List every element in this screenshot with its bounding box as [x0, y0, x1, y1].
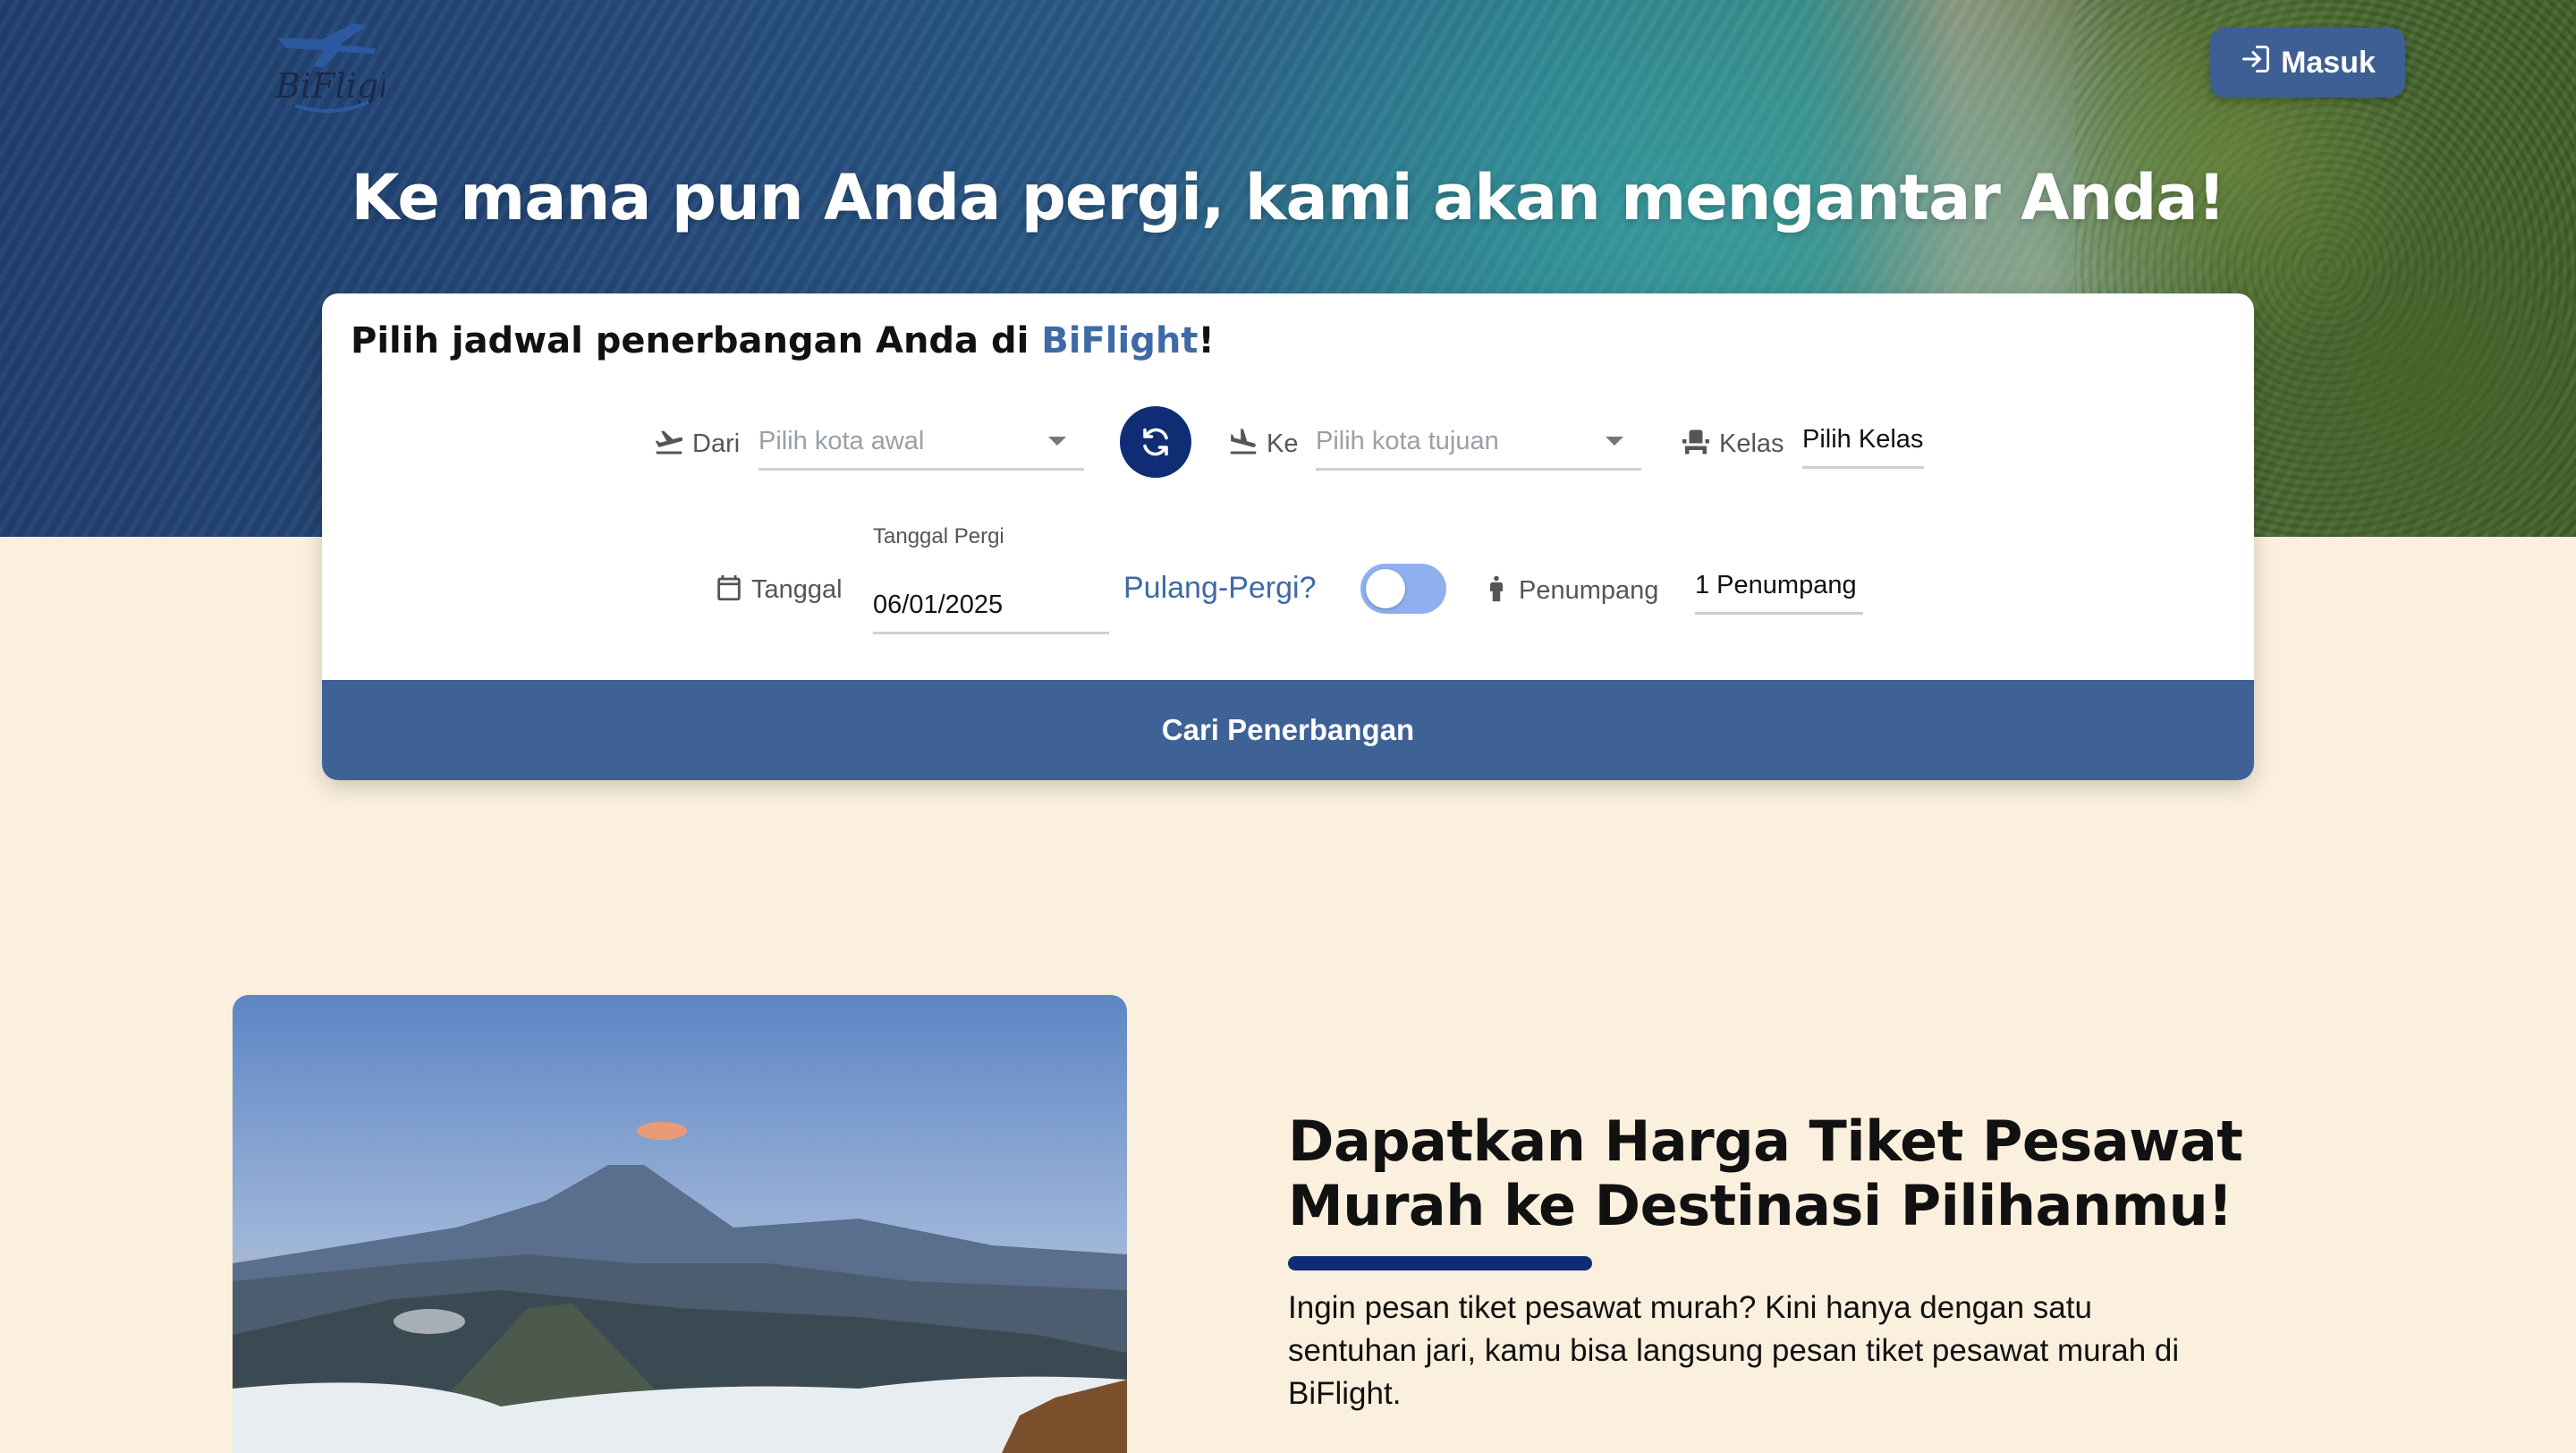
calendar-icon	[714, 573, 744, 607]
from-field-label-group: Dari	[653, 426, 740, 462]
to-field-label-group: Ke	[1227, 426, 1298, 462]
to-city-placeholder: Pilih kota tujuan	[1316, 426, 1499, 455]
date-label: Tanggal	[751, 574, 843, 604]
to-label: Ke	[1267, 429, 1299, 458]
departure-date-input[interactable]: 06/01/2025	[873, 578, 1109, 634]
person-icon	[1481, 571, 1512, 610]
biflight-logo[interactable]: BiFlight	[268, 13, 415, 118]
from-label: Dari	[692, 429, 741, 458]
logo-text: BiFlight	[275, 66, 385, 106]
search-card-title-suffix: !	[1198, 320, 1215, 361]
passenger-label: Penumpang	[1519, 575, 1659, 605]
login-label: Masuk	[2281, 45, 2376, 80]
chevron-down-icon	[1048, 437, 1066, 446]
passenger-select[interactable]: 1 Penumpang	[1695, 558, 1863, 615]
from-city-placeholder: Pilih kota awal	[758, 426, 925, 455]
chevron-down-icon	[1606, 437, 1623, 446]
promo-image-bromo	[233, 995, 1127, 1453]
departure-date-value: 06/01/2025	[873, 590, 1004, 619]
passenger-value: 1 Penumpang	[1695, 570, 1857, 599]
seat-icon	[1680, 426, 1712, 462]
passenger-field-label-group: Penumpang	[1481, 571, 1658, 610]
airplane-logo-icon: BiFlight	[275, 23, 415, 114]
swap-icon	[1143, 428, 1168, 456]
toggle-knob	[1366, 569, 1405, 608]
flight-search-card: Pilih jadwal penerbangan Anda di BiFligh…	[322, 293, 2254, 780]
promo-title: Dapatkan Harga Tiket Pesawat Murah ke De…	[1288, 1109, 2243, 1238]
class-label: Kelas	[1719, 429, 1784, 458]
roundtrip-label: Pulang-Pergi?	[1123, 571, 1317, 605]
promo-description: Ingin pesan tiket pesawat murah? Kini ha…	[1288, 1290, 2180, 1411]
landing-icon	[1227, 426, 1259, 462]
login-button[interactable]: Masuk	[2210, 28, 2405, 98]
class-field-label-group: Kelas	[1680, 426, 1784, 462]
search-card-title-text: Pilih jadwal penerbangan Anda di	[351, 320, 1042, 361]
class-value: Pilih Kelas	[1802, 424, 1924, 454]
date-field-label: Tanggal Pergi	[873, 524, 1004, 548]
date-field-label-group: Tanggal	[714, 573, 843, 607]
roundtrip-toggle[interactable]	[1360, 564, 1446, 614]
login-icon	[2240, 43, 2272, 83]
takeoff-icon	[653, 426, 685, 462]
class-select[interactable]: Pilih Kelas	[1802, 412, 1924, 469]
swap-cities-button[interactable]	[1120, 406, 1191, 478]
from-city-select[interactable]: Pilih kota awal	[758, 414, 1084, 471]
search-card-title-brand: BiFlight	[1041, 320, 1199, 361]
promo-title-underline	[1288, 1256, 1592, 1270]
search-flights-button[interactable]: Cari Penerbangan	[322, 680, 2254, 780]
to-city-select[interactable]: Pilih kota tujuan	[1316, 414, 1641, 471]
hero-title: Ke mana pun Anda pergi, kami akan mengan…	[351, 161, 2225, 234]
search-card-title: Pilih jadwal penerbangan Anda di BiFligh…	[351, 320, 1215, 361]
